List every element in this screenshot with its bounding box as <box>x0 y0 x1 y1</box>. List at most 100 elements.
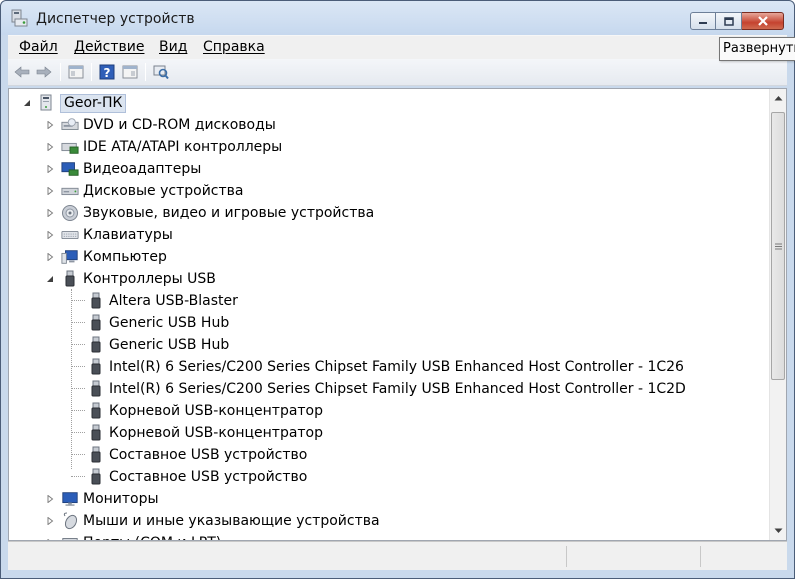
tree-category-row[interactable]: Порты (COM и LPT) <box>45 533 221 540</box>
title-bar[interactable]: Диспетчер устройств <box>1 1 794 35</box>
computer-icon <box>38 94 56 112</box>
close-button[interactable] <box>742 12 784 30</box>
usb-device-icon <box>87 402 105 420</box>
scroll-up-icon <box>774 95 783 100</box>
toolbar-separator <box>60 63 61 81</box>
tree-category-row[interactable]: Видеоадаптеры <box>45 159 201 179</box>
collapse-arrow-icon[interactable] <box>45 274 55 284</box>
expand-arrow-icon[interactable] <box>45 516 55 526</box>
usb-device-row[interactable]: Generic USB Hub <box>87 335 229 355</box>
usb-device-row[interactable]: Корневой USB-концентратор <box>87 423 323 443</box>
expand-arrow-icon[interactable] <box>45 142 55 152</box>
expand-arrow-icon[interactable] <box>45 230 55 240</box>
window-controls <box>690 12 784 30</box>
device-manager-app-icon <box>10 9 28 27</box>
window-title: Диспетчер устройств <box>36 11 195 27</box>
back-button[interactable] <box>13 63 31 81</box>
usb-device-label: Корневой USB-концентратор <box>109 403 324 419</box>
scan-hardware-icon <box>153 65 169 80</box>
tree-category-row[interactable]: Дисковые устройства <box>45 181 244 201</box>
tree-category-row[interactable]: Звуковые, видео и игровые устройства <box>45 203 374 223</box>
status-pane-divider <box>566 546 567 567</box>
expand-arrow-icon[interactable] <box>45 494 55 504</box>
forward-icon <box>36 66 52 78</box>
maximize-icon <box>723 16 734 26</box>
usb-device-icon <box>87 358 105 376</box>
tree-category-label: IDE ATA/ATAPI контроллеры <box>83 139 283 155</box>
tree-category-label: Мыши и иные указывающие устройства <box>83 513 380 529</box>
dvd-drive-icon <box>61 116 79 134</box>
tree-category-label: Видеоадаптеры <box>83 161 202 177</box>
back-icon <box>14 66 30 78</box>
status-bar <box>8 541 787 570</box>
device-tree[interactable]: Geor-ПК DVD и CD-ROM дисководы IDE ATA/A… <box>8 88 787 541</box>
tree-category-label: Мониторы <box>83 491 159 507</box>
maximize-button[interactable] <box>716 12 742 30</box>
details-panel-icon <box>122 65 138 79</box>
usb-device-icon <box>87 468 105 486</box>
tree-category-label: DVD и CD-ROM дисководы <box>83 117 276 133</box>
usb-device-label: Intel(R) 6 Series/C200 Series Chipset Fa… <box>109 359 684 375</box>
minimize-icon <box>699 22 707 24</box>
tree-category-row[interactable]: Клавиатуры <box>45 225 173 245</box>
tree-connector-line <box>71 289 72 469</box>
details-panel-button[interactable] <box>121 63 139 81</box>
vertical-scrollbar[interactable] <box>769 89 786 540</box>
scan-hardware-button[interactable] <box>152 63 170 81</box>
usb-device-row[interactable]: Корневой USB-концентратор <box>87 401 323 421</box>
usb-device-icon <box>87 424 105 442</box>
menu-bar: Файл Действие Вид Справка <box>8 35 787 59</box>
maximize-tooltip: Развернуть <box>719 37 795 61</box>
status-pane-divider <box>700 546 701 567</box>
tree-connector-line <box>71 388 85 389</box>
usb-icon <box>61 270 79 288</box>
expand-arrow-icon[interactable] <box>45 252 55 262</box>
tree-category-label: Клавиатуры <box>83 227 173 243</box>
properties-panel-button[interactable] <box>67 63 85 81</box>
usb-device-icon <box>87 292 105 310</box>
port-icon <box>61 534 79 540</box>
monitor-icon <box>61 490 79 508</box>
usb-device-row[interactable]: Intel(R) 6 Series/C200 Series Chipset Fa… <box>87 357 684 377</box>
tree-category-row[interactable]: Мониторы <box>45 489 159 509</box>
device-manager-window: Диспетчер устройств Файл Действие Вид Сп… <box>0 0 795 579</box>
mouse-icon <box>61 512 79 530</box>
toolbar-separator <box>145 63 146 81</box>
expand-arrow-icon[interactable] <box>45 186 55 196</box>
expand-arrow-icon[interactable] <box>45 164 55 174</box>
tree-category-row[interactable]: Мыши и иные указывающие устройства <box>45 511 380 531</box>
usb-device-row[interactable]: Altera USB-Blaster <box>87 291 238 311</box>
scrollbar-thumb[interactable] <box>771 112 785 380</box>
menu-view[interactable]: Вид <box>159 39 187 55</box>
help-button[interactable]: ? <box>98 63 116 81</box>
menu-file[interactable]: Файл <box>19 39 58 55</box>
usb-device-label: Altera USB-Blaster <box>109 293 238 309</box>
tree-category-row[interactable]: Контроллеры USB <box>45 269 216 289</box>
tree-root[interactable]: Geor-ПК <box>22 93 127 113</box>
forward-button[interactable] <box>35 63 53 81</box>
tree-category-row[interactable]: Компьютер <box>45 247 167 267</box>
keyboard-icon <box>61 226 79 244</box>
toolbar-separator <box>91 63 92 81</box>
scroll-up-button[interactable] <box>770 89 786 106</box>
usb-device-row[interactable]: Intel(R) 6 Series/C200 Series Chipset Fa… <box>87 379 686 399</box>
properties-panel-icon <box>68 65 84 79</box>
menu-action[interactable]: Действие <box>74 39 144 55</box>
usb-device-label: Generic USB Hub <box>109 337 230 353</box>
scroll-down-button[interactable] <box>770 522 786 539</box>
usb-device-row[interactable]: Generic USB Hub <box>87 313 229 333</box>
collapse-arrow-icon[interactable] <box>22 98 32 108</box>
tree-connector-line <box>71 322 85 323</box>
tree-category-row[interactable]: DVD и CD-ROM дисководы <box>45 115 276 135</box>
tree-connector-line <box>71 366 85 367</box>
tree-category-row[interactable]: IDE ATA/ATAPI контроллеры <box>45 137 282 157</box>
computer-icon <box>61 248 79 266</box>
usb-device-label: Составное USB устройство <box>109 447 308 463</box>
menu-help[interactable]: Справка <box>203 39 265 55</box>
tree-connector-line <box>71 344 85 345</box>
usb-device-row[interactable]: Составное USB устройство <box>87 467 307 487</box>
expand-arrow-icon[interactable] <box>45 120 55 130</box>
usb-device-row[interactable]: Составное USB устройство <box>87 445 307 465</box>
expand-arrow-icon[interactable] <box>45 208 55 218</box>
minimize-button[interactable] <box>690 12 716 30</box>
